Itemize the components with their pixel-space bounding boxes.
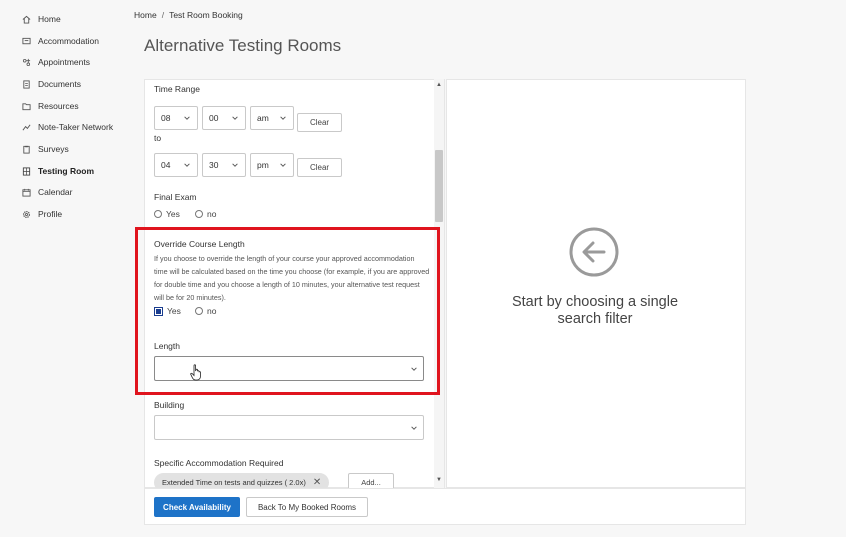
scroll-up-arrow-icon[interactable]: ▲ <box>434 81 444 89</box>
sidebar-item-calendar[interactable]: Calendar <box>22 182 73 202</box>
clear-end-time-button[interactable]: Clear <box>297 158 342 177</box>
override-highlight-box <box>135 227 440 395</box>
sidebar-item-appointments[interactable]: Appointments <box>22 52 90 72</box>
sidebar: Home Accommodation Appointments Document… <box>0 0 140 537</box>
chevron-down-icon <box>232 163 238 167</box>
accommodation-icon <box>22 37 31 46</box>
specific-accommodation-label: Specific Accommodation Required <box>154 458 284 468</box>
sidebar-item-label: Resources <box>38 101 79 111</box>
start-minute-select[interactable]: 00 <box>202 106 246 130</box>
arrow-left-circle-icon <box>569 227 619 277</box>
sidebar-item-label: Profile <box>38 209 63 219</box>
clear-start-time-button[interactable]: Clear <box>297 113 342 132</box>
sidebar-item-label: Testing Room <box>38 166 95 176</box>
end-ampm-select[interactable]: pm <box>250 153 294 177</box>
sidebar-item-home[interactable]: Home <box>22 9 61 29</box>
sidebar-item-documents[interactable]: Documents <box>22 74 81 94</box>
sidebar-item-testing-room[interactable]: Testing Room <box>22 161 94 181</box>
sidebar-item-resources[interactable]: Resources <box>22 96 79 116</box>
radio-label: no <box>207 209 217 219</box>
chevron-down-icon <box>232 116 238 120</box>
sidebar-item-label: Appointments <box>38 57 90 67</box>
sidebar-item-profile[interactable]: Profile <box>22 204 62 224</box>
start-hour-select[interactable]: 08 <box>154 106 198 130</box>
sidebar-item-label: Note-Taker Network <box>38 122 114 132</box>
empty-state-text: Start by choosing a single search filter <box>511 294 679 327</box>
sidebar-item-label: Documents <box>38 79 81 89</box>
final-exam-label: Final Exam <box>154 192 197 202</box>
radio-label: Yes <box>166 209 180 219</box>
network-icon <box>22 123 31 132</box>
end-minute-select[interactable]: 30 <box>202 153 246 177</box>
end-hour-value: 04 <box>161 160 171 170</box>
gear-icon <box>22 210 31 219</box>
breadcrumb-separator: / <box>161 10 165 20</box>
results-panel <box>446 79 746 488</box>
start-hour-value: 08 <box>161 113 171 123</box>
end-ampm-value: pm <box>257 160 269 170</box>
home-icon <box>22 15 31 24</box>
surveys-icon <box>22 145 31 154</box>
resources-icon <box>22 102 31 111</box>
check-availability-button[interactable]: Check Availability <box>154 497 240 517</box>
start-ampm-select[interactable]: am <box>250 106 294 130</box>
testing-room-icon <box>22 166 31 176</box>
sidebar-item-label: Home <box>38 14 61 24</box>
final-exam-yes-radio[interactable]: Yes <box>154 209 180 219</box>
sidebar-item-label: Calendar <box>38 187 73 197</box>
scroll-down-arrow-icon[interactable]: ▼ <box>434 476 444 484</box>
final-exam-no-radio[interactable]: no <box>195 209 216 219</box>
building-label: Building <box>154 400 185 410</box>
chevron-down-icon <box>280 116 286 120</box>
start-minute-value: 00 <box>209 113 219 123</box>
end-hour-select[interactable]: 04 <box>154 153 198 177</box>
breadcrumb-home[interactable]: Home <box>134 10 157 20</box>
appointments-icon <box>22 58 31 67</box>
chip-label: Extended Time on tests and quizzes ( 2.0… <box>162 478 306 487</box>
radio-circle <box>195 210 203 218</box>
back-to-booked-rooms-button[interactable]: Back To My Booked Rooms <box>246 497 368 517</box>
to-label: to <box>154 133 162 143</box>
chevron-down-icon <box>184 163 190 167</box>
chevron-down-icon <box>411 426 417 430</box>
sidebar-item-accommodation[interactable]: Accommodation <box>22 31 99 51</box>
page-title: Alternative Testing Rooms <box>144 36 342 55</box>
radio-circle <box>154 210 162 218</box>
calendar-icon <box>22 188 31 197</box>
breadcrumb-current: Test Room Booking <box>169 10 243 20</box>
breadcrumb: Home / Test Room Booking <box>134 10 243 20</box>
documents-icon <box>22 79 31 89</box>
chevron-down-icon <box>184 116 190 120</box>
building-select[interactable] <box>154 415 424 440</box>
sidebar-item-surveys[interactable]: Surveys <box>22 139 69 159</box>
start-ampm-value: am <box>257 113 269 123</box>
end-minute-value: 30 <box>209 160 219 170</box>
sidebar-item-note-taker-network[interactable]: Note-Taker Network <box>22 117 113 137</box>
chevron-down-icon <box>280 163 286 167</box>
scroll-thumb[interactable] <box>435 150 443 222</box>
sidebar-item-label: Surveys <box>38 144 69 154</box>
time-range-label: Time Range <box>154 84 200 94</box>
sidebar-item-label: Accommodation <box>38 36 99 46</box>
close-icon[interactable]: ✕ <box>313 477 321 488</box>
